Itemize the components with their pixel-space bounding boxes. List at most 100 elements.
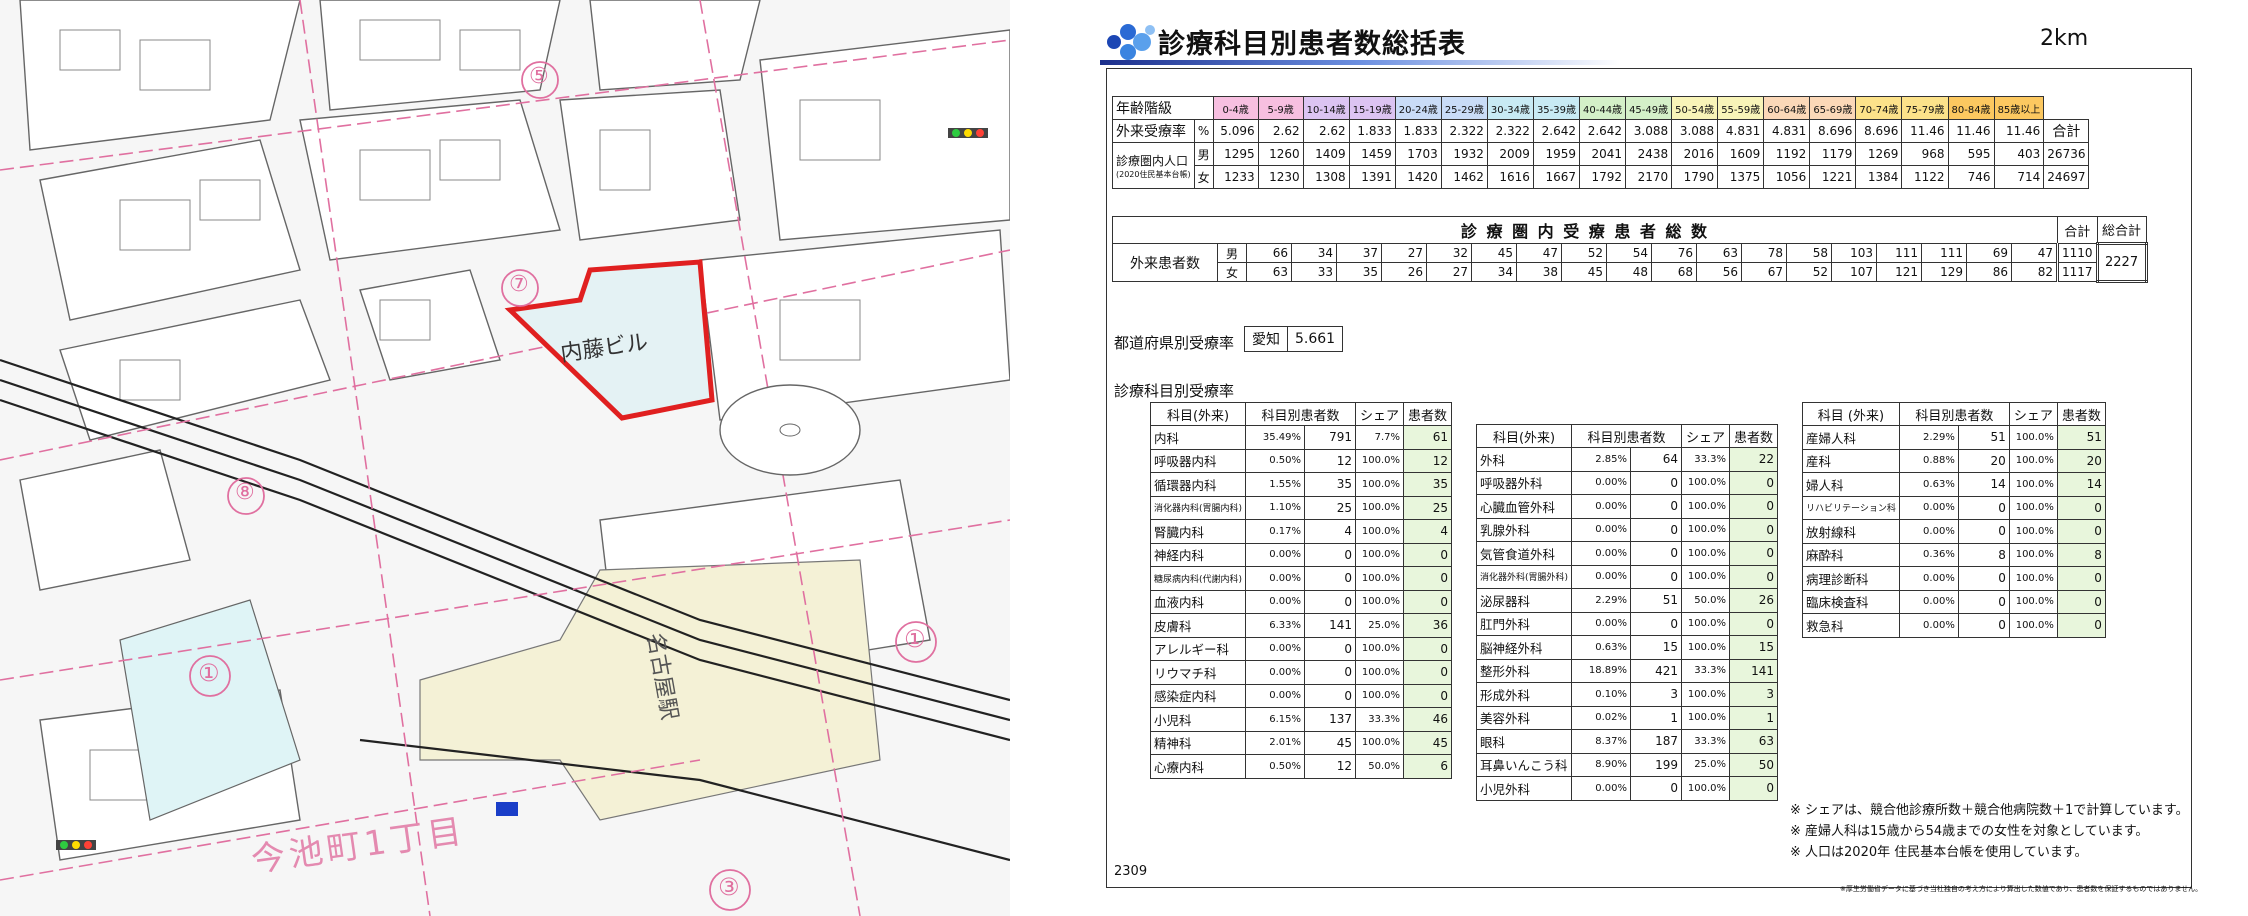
department-name: 小児外科 bbox=[1475, 776, 1573, 801]
department-rate: 0.00% bbox=[1571, 564, 1632, 589]
table-row: 婦人科 0.63% 14 100.0% 14 bbox=[1802, 472, 2106, 497]
department-rate: 2.29% bbox=[1898, 425, 1959, 450]
note-item: ※ シェアは、競合他診療所数＋競合他病院数＋1で計算しています。 bbox=[1790, 803, 2189, 818]
population-male-value: 1703 bbox=[1394, 142, 1442, 166]
department-share: 100.0% bbox=[1681, 611, 1731, 636]
department-patient-count: 0 bbox=[1957, 613, 2010, 638]
department-rate: 0.17% bbox=[1245, 519, 1306, 544]
grand-total-header: 総合計 bbox=[2096, 216, 2147, 244]
department-rate: 18.89% bbox=[1571, 658, 1632, 683]
population-male-value: 1959 bbox=[1532, 142, 1581, 166]
department-name: 脳神経外科 bbox=[1475, 635, 1573, 660]
department-name: 神経内科 bbox=[1149, 542, 1247, 567]
department-share: 25.0% bbox=[1681, 752, 1731, 777]
department-rate: 0.00% bbox=[1898, 589, 1959, 614]
age-population-table: 年齢階級 0-4歳 5-9歳 10-14歳 15-19歳 20-24歳 25-29歳 30-3… bbox=[1112, 96, 2090, 189]
department-rate: 0.00% bbox=[1245, 636, 1306, 661]
department-share: 100.0% bbox=[2008, 448, 2058, 473]
department-share: 100.0% bbox=[1681, 470, 1731, 495]
department-rate: 0.00% bbox=[1571, 776, 1632, 801]
table-row: 産婦人科 2.29% 51 100.0% 51 bbox=[1802, 425, 2106, 450]
population-female-value: 1233 bbox=[1212, 165, 1259, 189]
department-rate: 0.50% bbox=[1245, 754, 1306, 779]
department-name: 産科 bbox=[1802, 448, 1900, 473]
department-rate: 2.01% bbox=[1245, 730, 1306, 755]
block-number: ⑤ bbox=[529, 64, 549, 89]
department-rate: 0.00% bbox=[1571, 517, 1632, 542]
patient-count-female: 107 bbox=[1831, 262, 1877, 282]
department-patients: 0 bbox=[1729, 517, 1779, 542]
table-row: 臨床検査科 0.00% 0 100.0% 0 bbox=[1802, 589, 2106, 614]
department-patients: 35 bbox=[1403, 472, 1453, 497]
department-patients: 0 bbox=[2056, 519, 2106, 544]
department-patient-count: 3 bbox=[1630, 682, 1683, 707]
patient-count-male: 47 bbox=[2011, 243, 2058, 263]
department-patient-count: 0 bbox=[1957, 589, 2010, 614]
outpatient-rate-value: 11.46 bbox=[1947, 119, 1995, 143]
department-table-internal: 科目(外来) 科目別患者数 シェア 患者数 内科 35.49% 791 7.7% 61 呼吸器内科… bbox=[1149, 402, 1453, 779]
department-rate: 6.15% bbox=[1245, 707, 1306, 732]
outpatient-rate-value: 5.096 bbox=[1212, 119, 1259, 143]
department-patients: 51 bbox=[2056, 425, 2106, 450]
department-column-header: シェア bbox=[1681, 424, 1731, 448]
department-patients: 1 bbox=[1729, 705, 1779, 730]
population-male-value: 595 bbox=[1947, 142, 1995, 166]
department-patient-count: 12 bbox=[1304, 448, 1357, 473]
outpatient-rate-label: 外来受療率 bbox=[1112, 119, 1195, 143]
patient-count-male: 111 bbox=[1921, 243, 1967, 263]
site-map[interactable]: 内藤ビル 今池町1丁目 名古屋駅 ⑤ ⑦ ⑧ ① ① ③ bbox=[0, 0, 1010, 916]
department-share: 100.0% bbox=[1355, 636, 1405, 661]
age-band-header: 60-64歳 bbox=[1763, 96, 1811, 120]
department-patient-count: 187 bbox=[1630, 729, 1683, 754]
population-female-value: 1384 bbox=[1855, 165, 1903, 189]
population-male-total: 26736 bbox=[2043, 142, 2090, 166]
department-share: 50.0% bbox=[1355, 754, 1405, 779]
department-patients: 0 bbox=[1729, 470, 1779, 495]
age-band-header: 15-19歳 bbox=[1348, 96, 1396, 120]
department-rate: 0.63% bbox=[1571, 635, 1632, 660]
department-share: 7.7% bbox=[1355, 425, 1405, 450]
department-rate: 35.49% bbox=[1245, 425, 1306, 450]
department-rate: 2.85% bbox=[1571, 447, 1632, 472]
department-patient-count: 51 bbox=[1957, 425, 2010, 450]
patient-count-female: 35 bbox=[1336, 262, 1382, 282]
department-share: 100.0% bbox=[1355, 472, 1405, 497]
department-name: 消化器内科(胃腸内科) bbox=[1149, 495, 1247, 520]
male-label: 男 bbox=[1217, 243, 1247, 263]
department-patients: 3 bbox=[1729, 682, 1779, 707]
department-name: 気管食道外科 bbox=[1475, 541, 1573, 566]
table-row: 感染症内科 0.00% 0 100.0% 0 bbox=[1149, 683, 1453, 708]
department-rate: 8.37% bbox=[1571, 729, 1632, 754]
patient-count-female: 33 bbox=[1291, 262, 1337, 282]
department-share: 100.0% bbox=[1681, 564, 1731, 589]
department-patient-count: 0 bbox=[1957, 495, 2010, 520]
department-patient-count: 0 bbox=[1304, 542, 1357, 567]
table-row: 小児科 6.15% 137 33.3% 46 bbox=[1149, 707, 1453, 732]
department-table-other: 科目 (外来) 科目別患者数 シェア 患者数 産婦人科 2.29% 51 100.0% 51 産科… bbox=[1802, 402, 2106, 638]
department-share: 100.0% bbox=[2008, 472, 2058, 497]
department-name: リウマチ科 bbox=[1149, 660, 1247, 685]
department-patients: 0 bbox=[1403, 566, 1453, 591]
department-name: 病理診断科 bbox=[1802, 566, 1900, 591]
patient-count-male: 66 bbox=[1246, 243, 1292, 263]
department-share: 100.0% bbox=[1681, 776, 1731, 801]
table-row: リウマチ科 0.00% 0 100.0% 0 bbox=[1149, 660, 1453, 685]
department-column-header: 科目別患者数 bbox=[1898, 402, 2010, 426]
department-patient-count: 0 bbox=[1630, 776, 1683, 801]
department-rate: 0.00% bbox=[1245, 683, 1306, 708]
department-patients: 0 bbox=[1403, 683, 1453, 708]
table-row: 消化器内科(胃腸内科) 1.10% 25 100.0% 25 bbox=[1149, 495, 1453, 520]
department-patients: 0 bbox=[1403, 542, 1453, 567]
patient-count-male: 52 bbox=[1561, 243, 1607, 263]
department-patients: 14 bbox=[2056, 472, 2106, 497]
outpatient-rate-value: 2.322 bbox=[1440, 119, 1488, 143]
department-patients: 0 bbox=[2056, 566, 2106, 591]
age-band-label: 年齢階級 bbox=[1112, 96, 1214, 120]
department-patients: 0 bbox=[1729, 611, 1779, 636]
patient-count-female: 68 bbox=[1651, 262, 1697, 282]
outpatient-rate-value: 2.62 bbox=[1302, 119, 1350, 143]
patient-count-female: 34 bbox=[1471, 262, 1517, 282]
patient-count-table: 診 療 圏 内 受 療 患 者 総 数合計 総合計 外来患者数男 66 34 37 27 32… bbox=[1112, 216, 2148, 283]
department-patient-count: 791 bbox=[1304, 425, 1357, 450]
department-rate: 1.55% bbox=[1245, 472, 1306, 497]
